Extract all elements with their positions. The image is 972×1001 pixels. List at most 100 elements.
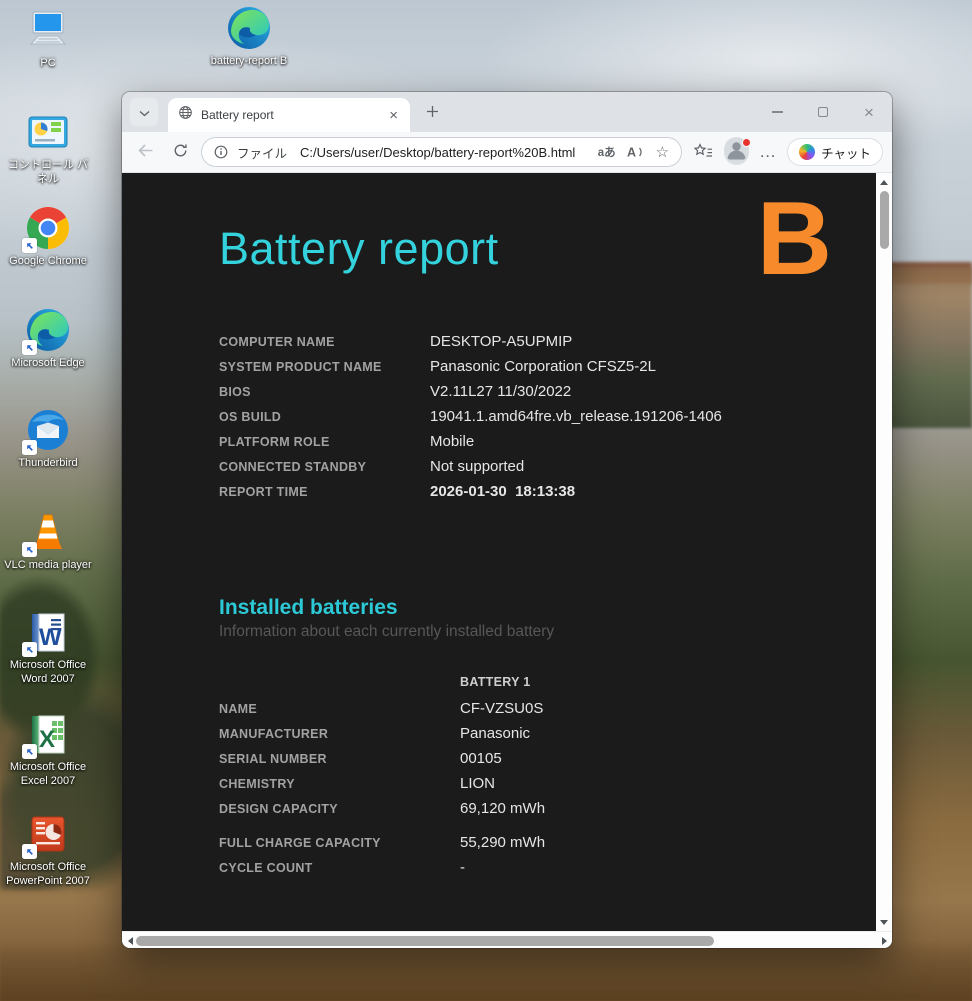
table-row: PLATFORM ROLE Mobile bbox=[219, 429, 836, 454]
tab-close-button[interactable]: × bbox=[385, 106, 402, 125]
shortcut-arrow-icon bbox=[22, 542, 37, 557]
row-label: MANUFACTURER bbox=[219, 727, 460, 741]
copilot-icon bbox=[799, 144, 815, 160]
row-label: OS BUILD bbox=[219, 410, 430, 424]
shortcut-arrow-icon bbox=[22, 440, 37, 455]
desktop-icon-label: PC bbox=[40, 57, 55, 71]
close-button[interactable]: × bbox=[846, 92, 892, 132]
desktop-icon-word[interactable]: W Microsoft Office Word 2007 bbox=[4, 608, 92, 687]
plus-icon bbox=[426, 105, 439, 121]
collections-button[interactable] bbox=[689, 138, 717, 166]
vlc-icon bbox=[24, 508, 72, 556]
report-logo-b: B bbox=[757, 187, 832, 291]
installed-batteries-subtitle: Information about each currently install… bbox=[219, 623, 836, 641]
row-value: 19041.1.amd64fre.vb_release.191206-1406 bbox=[430, 408, 722, 425]
more-menu-button[interactable]: … bbox=[756, 142, 780, 162]
desktop: PC コントロール パネル Google Chrome Microsoft Ed… bbox=[0, 0, 972, 1001]
new-tab-button[interactable] bbox=[418, 99, 446, 127]
table-row: OS BUILD 19041.1.amd64fre.vb_release.191… bbox=[219, 404, 836, 429]
pc-icon bbox=[24, 6, 72, 54]
desktop-icon-excel[interactable]: X Microsoft Office Excel 2007 bbox=[4, 710, 92, 789]
wallpaper-cliff bbox=[0, 941, 972, 1001]
profile-button[interactable] bbox=[724, 140, 749, 165]
scroll-down-arrow-icon[interactable] bbox=[876, 915, 892, 929]
tab-actions-button[interactable] bbox=[130, 98, 158, 126]
copilot-chat-button[interactable]: チャット bbox=[787, 138, 883, 166]
edge-browser-window: Battery report × × ファイル C:/Users/ bbox=[122, 92, 892, 948]
tab-strip: Battery report × × bbox=[122, 92, 892, 132]
desktop-icon-thunderbird[interactable]: Thunderbird bbox=[4, 406, 92, 471]
shortcut-arrow-icon bbox=[22, 340, 37, 355]
scroll-right-arrow-icon[interactable] bbox=[877, 932, 891, 948]
table-row: COMPUTER NAME DESKTOP-A5UPMIP bbox=[219, 329, 836, 354]
refresh-button[interactable] bbox=[166, 138, 194, 166]
row-value: Not supported bbox=[430, 458, 524, 475]
edge-html-icon bbox=[225, 4, 273, 52]
desktop-icon-chrome[interactable]: Google Chrome bbox=[4, 204, 92, 269]
svg-text:A: A bbox=[627, 146, 636, 160]
desktop-icon-control-panel[interactable]: コントロール パネル bbox=[4, 108, 92, 187]
table-row: DESIGN CAPACITY 69,120 mWh bbox=[219, 796, 836, 821]
shortcut-arrow-icon bbox=[22, 844, 37, 859]
row-label: CYCLE COUNT bbox=[219, 861, 460, 875]
desktop-icon-label: Microsoft Edge bbox=[11, 357, 84, 371]
desktop-icon-label: VLC media player bbox=[4, 559, 91, 573]
maximize-icon bbox=[818, 107, 828, 117]
back-button[interactable] bbox=[131, 138, 159, 166]
scroll-left-arrow-icon[interactable] bbox=[123, 932, 137, 948]
scroll-up-arrow-icon[interactable] bbox=[876, 175, 892, 189]
table-row: MANUFACTURER Panasonic bbox=[219, 721, 836, 746]
table-row: FULL CHARGE CAPACITY 55,290 mWh bbox=[219, 830, 836, 855]
refresh-icon bbox=[173, 143, 188, 161]
vertical-scrollbar-thumb[interactable] bbox=[880, 191, 889, 249]
row-value: 55,290 mWh bbox=[460, 834, 545, 851]
info-icon[interactable] bbox=[212, 145, 230, 159]
row-label: NAME bbox=[219, 702, 460, 716]
chrome-icon bbox=[24, 204, 72, 252]
table-row: BIOS V2.11L27 11/30/2022 bbox=[219, 379, 836, 404]
horizontal-scrollbar-thumb[interactable] bbox=[136, 936, 714, 946]
horizontal-scrollbar[interactable] bbox=[122, 931, 892, 948]
row-value: 2026-01-30 18:13:38 bbox=[430, 483, 575, 500]
address-bar[interactable]: ファイル C:/Users/user/Desktop/battery-repor… bbox=[201, 137, 682, 167]
shortcut-arrow-icon bbox=[22, 238, 37, 253]
star-icon[interactable]: ☆ bbox=[654, 143, 671, 161]
row-value: V2.11L27 11/30/2022 bbox=[430, 383, 571, 400]
row-label: COMPUTER NAME bbox=[219, 335, 430, 349]
row-value: Mobile bbox=[430, 433, 474, 450]
row-label: SYSTEM PRODUCT NAME bbox=[219, 360, 430, 374]
row-label: SERIAL NUMBER bbox=[219, 752, 460, 766]
row-label: BIOS bbox=[219, 385, 430, 399]
desktop-icon-label: Thunderbird bbox=[18, 457, 77, 471]
notification-dot bbox=[742, 138, 751, 147]
chevron-down-icon bbox=[139, 105, 150, 120]
ellipsis-icon: … bbox=[759, 142, 777, 161]
read-aloud-icon[interactable]: A bbox=[625, 145, 647, 159]
shortcut-arrow-icon bbox=[22, 744, 37, 759]
close-icon: × bbox=[864, 104, 874, 121]
maximize-button[interactable] bbox=[800, 92, 846, 132]
row-value: CF-VZSU0S bbox=[460, 700, 543, 717]
minimize-button[interactable] bbox=[754, 92, 800, 132]
desktop-icon-label: Microsoft Office Excel 2007 bbox=[4, 761, 92, 789]
table-row: CYCLE COUNT - bbox=[219, 855, 836, 880]
window-controls: × bbox=[754, 92, 892, 132]
address-url[interactable]: C:/Users/user/Desktop/battery-report%20B… bbox=[300, 145, 589, 160]
vertical-scrollbar[interactable] bbox=[876, 173, 892, 931]
tab-battery-report[interactable]: Battery report × bbox=[168, 98, 410, 132]
row-label: FULL CHARGE CAPACITY bbox=[219, 836, 460, 850]
row-label: CHEMISTRY bbox=[219, 777, 460, 791]
desktop-icon-battery-report-file[interactable]: battery-report B bbox=[205, 4, 293, 69]
row-value: Panasonic Corporation CFSZ5-2L bbox=[430, 358, 656, 375]
row-value: LION bbox=[460, 775, 495, 792]
desktop-icon-edge[interactable]: Microsoft Edge bbox=[4, 306, 92, 371]
desktop-icon-vlc[interactable]: VLC media player bbox=[4, 508, 92, 573]
page-content: Battery report B COMPUTER NAME DESKTOP-A… bbox=[122, 173, 892, 931]
battery-info-table: NAME CF-VZSU0S MANUFACTURER Panasonic SE… bbox=[219, 696, 836, 880]
desktop-icon-pc[interactable]: PC bbox=[4, 6, 92, 71]
desktop-icon-label: Microsoft Office Word 2007 bbox=[4, 659, 92, 687]
translate-icon[interactable]: aあ bbox=[596, 144, 618, 160]
table-row: CHEMISTRY LION bbox=[219, 771, 836, 796]
thunderbird-icon bbox=[24, 406, 72, 454]
desktop-icon-powerpoint[interactable]: Microsoft Office PowerPoint 2007 bbox=[4, 810, 92, 889]
